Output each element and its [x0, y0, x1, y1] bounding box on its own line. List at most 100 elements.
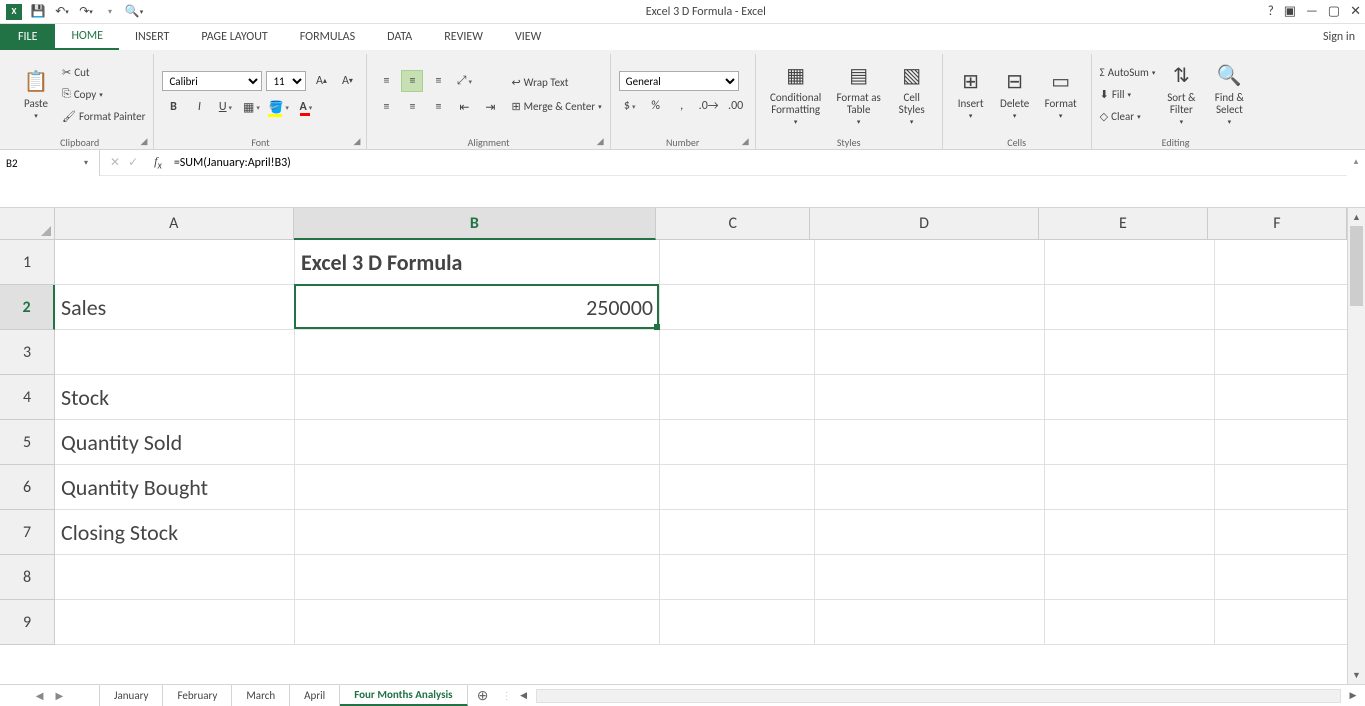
conditional-formatting-button[interactable]: ▦Conditional Formatting▾ [764, 62, 828, 126]
cell-E5[interactable] [1045, 420, 1215, 465]
sheet-tab-february[interactable]: February [163, 685, 232, 706]
cell-C4[interactable] [660, 375, 815, 420]
row-header-8[interactable]: 8 [0, 555, 55, 600]
cell-C7[interactable] [660, 510, 815, 555]
column-header-D[interactable]: D [810, 208, 1039, 240]
formula-input[interactable] [168, 156, 1347, 170]
merge-center-button[interactable]: ⊞Merge & Center▾ [511, 96, 601, 116]
align-right-icon[interactable]: ≡ [427, 96, 449, 118]
fill-button[interactable]: ⬇Fill▾ [1100, 84, 1156, 104]
row-header-9[interactable]: 9 [0, 600, 55, 645]
autosum-button[interactable]: ΣAutoSum▾ [1100, 62, 1156, 82]
undo-icon[interactable]: ↶▾ [52, 2, 72, 22]
cell-F3[interactable] [1215, 330, 1347, 375]
close-icon[interactable]: ✕ [1350, 4, 1361, 19]
font-size-select[interactable]: 11 [266, 71, 306, 91]
select-all-corner[interactable] [0, 208, 55, 240]
comma-icon[interactable]: , [671, 95, 693, 117]
align-left-icon[interactable]: ≡ [375, 96, 397, 118]
cell-B7[interactable] [295, 510, 660, 555]
cell-C6[interactable] [660, 465, 815, 510]
cell-A3[interactable] [55, 330, 295, 375]
cell-F9[interactable] [1215, 600, 1347, 645]
copy-button[interactable]: ⎘Copy▾ [62, 84, 145, 104]
align-center-icon[interactable]: ≡ [401, 96, 423, 118]
column-header-F[interactable]: F [1208, 208, 1347, 240]
name-box-dropdown-icon[interactable]: ▾ [80, 158, 92, 168]
row-header-3[interactable]: 3 [0, 330, 55, 375]
scroll-left-icon[interactable]: ◀ [516, 690, 532, 701]
cell-A5[interactable]: Quantity Sold [55, 420, 295, 465]
decrease-indent-icon[interactable]: ⇤ [453, 96, 475, 118]
scroll-right-icon[interactable]: ▶ [1345, 690, 1361, 701]
cell-D1[interactable] [815, 240, 1045, 285]
clipboard-launcher-icon[interactable]: ◢ [141, 136, 148, 147]
paste-button[interactable]: 📋 Paste ▾ [14, 68, 58, 120]
sheet-tab-four-months-analysis[interactable]: Four Months Analysis [340, 685, 467, 706]
align-top-icon[interactable]: ≡ [375, 70, 397, 92]
cell-A2[interactable]: Sales [55, 285, 295, 330]
border-button[interactable]: ▦▾ [240, 96, 262, 118]
cell-A4[interactable]: Stock [55, 375, 295, 420]
ribbon-tab-review[interactable]: REVIEW [428, 24, 499, 50]
bold-button[interactable]: B [162, 96, 184, 118]
clear-button[interactable]: ◇Clear▾ [1100, 106, 1156, 126]
cell-B4[interactable] [295, 375, 660, 420]
column-header-C[interactable]: C [656, 208, 810, 240]
cell-E3[interactable] [1045, 330, 1215, 375]
horizontal-scrollbar[interactable]: ⋮ ◀ ▶ [498, 685, 1365, 706]
row-header-5[interactable]: 5 [0, 420, 55, 465]
cell-E4[interactable] [1045, 375, 1215, 420]
qat-customize-icon[interactable]: ▾ [100, 2, 120, 22]
ribbon-tab-insert[interactable]: INSERT [119, 24, 185, 50]
maximize-icon[interactable]: ▢ [1328, 4, 1340, 19]
cell-E6[interactable] [1045, 465, 1215, 510]
cell-F5[interactable] [1215, 420, 1347, 465]
cell-B2[interactable]: 250000 [295, 285, 660, 330]
column-header-B[interactable]: B [294, 208, 657, 240]
format-as-table-button[interactable]: ▤Format as Table▾ [832, 62, 886, 126]
excel-icon[interactable]: X [4, 2, 24, 22]
cell-B8[interactable] [295, 555, 660, 600]
row-header-6[interactable]: 6 [0, 465, 55, 510]
cell-F8[interactable] [1215, 555, 1347, 600]
cell-E9[interactable] [1045, 600, 1215, 645]
sheet-next-icon[interactable]: ▶ [56, 689, 64, 702]
enter-formula-icon[interactable]: ✓ [128, 155, 138, 170]
sheet-prev-icon[interactable]: ◀ [36, 689, 44, 702]
cell-D3[interactable] [815, 330, 1045, 375]
column-header-A[interactable]: A [55, 208, 294, 240]
name-box-input[interactable] [0, 157, 80, 170]
sheet-tab-march[interactable]: March [232, 685, 290, 706]
expand-formula-bar-icon[interactable]: ▴ [1347, 150, 1365, 207]
cell-B9[interactable] [295, 600, 660, 645]
add-sheet-button[interactable]: ⊕ [468, 685, 498, 706]
row-header-2[interactable]: 2 [0, 285, 55, 330]
ribbon-tab-page-layout[interactable]: PAGE LAYOUT [185, 24, 283, 50]
cell-F6[interactable] [1215, 465, 1347, 510]
cell-C2[interactable] [660, 285, 815, 330]
orientation-icon[interactable]: ⤢▾ [453, 70, 475, 92]
cell-B6[interactable] [295, 465, 660, 510]
number-format-select[interactable]: General [619, 71, 739, 91]
vertical-scrollbar[interactable]: ▲ ▼ [1347, 208, 1365, 684]
cell-E8[interactable] [1045, 555, 1215, 600]
cell-C1[interactable] [660, 240, 815, 285]
cell-D5[interactable] [815, 420, 1045, 465]
cell-F1[interactable] [1215, 240, 1347, 285]
decrease-decimal-icon[interactable]: .00 [725, 95, 747, 117]
name-box[interactable]: ▾ [0, 150, 100, 176]
cell-B1[interactable]: Excel 3 D Formula [295, 240, 660, 285]
row-header-1[interactable]: 1 [0, 240, 55, 285]
help-icon[interactable]: ? [1268, 4, 1274, 19]
format-cells-button[interactable]: ▭Format▾ [1039, 68, 1083, 120]
row-header-4[interactable]: 4 [0, 375, 55, 420]
cut-button[interactable]: ✂Cut [62, 62, 145, 82]
cell-A6[interactable]: Quantity Bought [55, 465, 295, 510]
cell-D6[interactable] [815, 465, 1045, 510]
align-bottom-icon[interactable]: ≡ [427, 70, 449, 92]
cell-C3[interactable] [660, 330, 815, 375]
cell-F4[interactable] [1215, 375, 1347, 420]
sort-filter-button[interactable]: ⇅Sort & Filter▾ [1159, 62, 1203, 126]
font-launcher-icon[interactable]: ◢ [354, 136, 361, 147]
